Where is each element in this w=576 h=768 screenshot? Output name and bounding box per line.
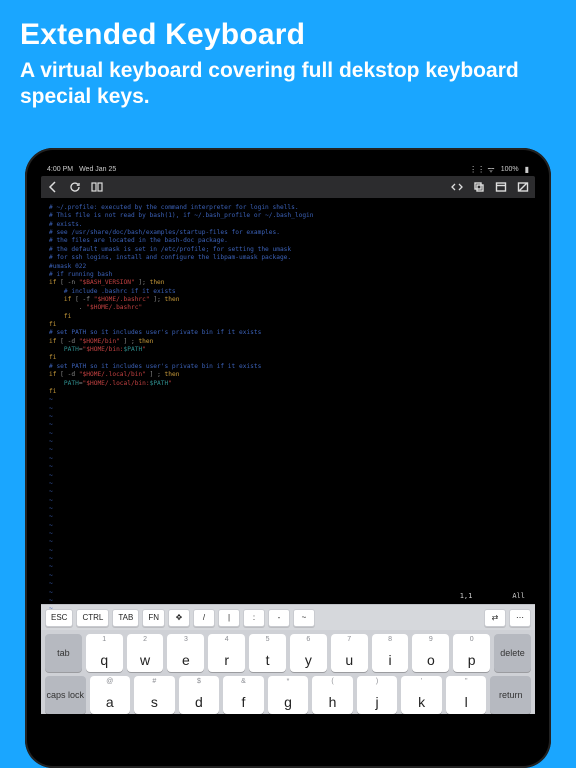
terminal-line: if [ -d "$HOME/bin" ] ; then xyxy=(49,338,527,346)
toolbar xyxy=(41,176,535,198)
status-date: Wed Jan 25 xyxy=(79,166,116,173)
keyboard-row-2: caps lock @a#s$d&f*g(h)j'k"lreturn xyxy=(45,676,531,714)
key-l[interactable]: "l xyxy=(446,676,487,714)
vim-tilde: ~ xyxy=(49,480,527,488)
battery-icon: ▮ xyxy=(525,165,529,174)
tablet-device-frame: 4:00 PM Wed Jan 25 ⋮⋮ ᯤ 100% ▮ # ~/.prof… xyxy=(25,148,551,768)
key-t[interactable]: 5t xyxy=(249,634,286,672)
vim-tilde: ~ xyxy=(49,538,527,546)
terminal-view[interactable]: # ~/.profile: executed by the command in… xyxy=(41,198,535,604)
key-d[interactable]: $d xyxy=(179,676,220,714)
terminal-line: #umask 022 xyxy=(49,263,527,271)
status-bar: 4:00 PM Wed Jan 25 ⋮⋮ ᯤ 100% ▮ xyxy=(41,164,535,176)
vim-tilde: ~ xyxy=(49,463,527,471)
cursor-position: 1,1 xyxy=(460,592,473,601)
keyboard-row-1: tab 1q2w3e4r5t6y7u8i9o0pdelete xyxy=(45,634,531,672)
key-j[interactable]: )j xyxy=(357,676,398,714)
vim-tilde: ~ xyxy=(49,580,527,588)
terminal-line: fi xyxy=(49,388,527,396)
terminal-line: if [ -n "$BASH_VERSION" ]; then xyxy=(49,279,527,287)
terminal-line: PATH="$HOME/bin:$PATH" xyxy=(49,346,527,354)
terminal-line: if [ -f "$HOME/.bashrc" ]; then xyxy=(49,296,527,304)
terminal-line: fi xyxy=(49,313,527,321)
terminal-line: # see /usr/share/doc/bash/examples/start… xyxy=(49,229,527,237)
vim-tilde: ~ xyxy=(49,421,527,429)
return-key[interactable]: return xyxy=(490,676,531,714)
key-a[interactable]: @a xyxy=(90,676,131,714)
screen: 4:00 PM Wed Jan 25 ⋮⋮ ᯤ 100% ▮ # ~/.prof… xyxy=(35,158,541,758)
terminal-line: PATH="$HOME/.local/bin:$PATH" xyxy=(49,380,527,388)
vim-tilde: ~ xyxy=(49,572,527,580)
vim-tilde: ~ xyxy=(49,472,527,480)
vim-tilde: ~ xyxy=(49,438,527,446)
vim-tilde: ~ xyxy=(49,522,527,530)
terminal-line: # for ssh logins, install and configure … xyxy=(49,254,527,262)
key-h[interactable]: (h xyxy=(312,676,353,714)
key-p[interactable]: 0p xyxy=(453,634,490,672)
key-i[interactable]: 8i xyxy=(372,634,409,672)
key-s[interactable]: #s xyxy=(134,676,175,714)
terminal-line: fi xyxy=(49,354,527,362)
terminal-line: # exists. xyxy=(49,221,527,229)
terminal-line: # the default umask is set in /etc/profi… xyxy=(49,246,527,254)
terminal-line: # set PATH so it includes user's private… xyxy=(49,363,527,371)
terminal-line: fi xyxy=(49,321,527,329)
vim-tilde: ~ xyxy=(49,530,527,538)
key-y[interactable]: 6y xyxy=(290,634,327,672)
vim-tilde: ~ xyxy=(49,563,527,571)
wifi-icon: ⋮⋮ ᯤ xyxy=(469,164,495,175)
split-icon[interactable] xyxy=(91,181,103,193)
window-icon[interactable] xyxy=(495,181,507,193)
key-q[interactable]: 1q xyxy=(86,634,123,672)
vim-tilde: ~ xyxy=(49,396,527,404)
terminal-line: . "$HOME/.bashrc" xyxy=(49,304,527,312)
vim-tilde: ~ xyxy=(49,455,527,463)
hero-title: Extended Keyboard xyxy=(20,18,556,52)
vim-tilde: ~ xyxy=(49,513,527,521)
terminal-line: # set PATH so it includes user's private… xyxy=(49,329,527,337)
vim-tilde: ~ xyxy=(49,547,527,555)
refresh-icon[interactable] xyxy=(69,181,81,193)
key-g[interactable]: *g xyxy=(268,676,309,714)
vim-tilde: ~ xyxy=(49,430,527,438)
vim-tilde: ~ xyxy=(49,413,527,421)
terminal-line: # the files are located in the bash-doc … xyxy=(49,237,527,245)
terminal-line: # ~/.profile: executed by the command in… xyxy=(49,204,527,212)
back-icon[interactable] xyxy=(47,181,59,193)
key-u[interactable]: 7u xyxy=(331,634,368,672)
hero-subtitle: A virtual keyboard covering full dekstop… xyxy=(20,58,556,111)
vim-tilde: ~ xyxy=(49,555,527,563)
tab-key[interactable]: tab xyxy=(45,634,82,672)
key-f[interactable]: &f xyxy=(223,676,264,714)
delete-key[interactable]: delete xyxy=(494,634,531,672)
vim-tilde: ~ xyxy=(49,605,527,613)
vim-status-line: 1,1 All xyxy=(51,592,525,601)
key-o[interactable]: 9o xyxy=(412,634,449,672)
terminal-line: if [ -d "$HOME/.local/bin" ] ; then xyxy=(49,371,527,379)
status-time: 4:00 PM xyxy=(47,166,73,173)
key-e[interactable]: 3e xyxy=(167,634,204,672)
vim-tilde: ~ xyxy=(49,405,527,413)
capslock-key[interactable]: caps lock xyxy=(45,676,86,714)
key-w[interactable]: 2w xyxy=(127,634,164,672)
screen-off-icon[interactable] xyxy=(517,181,529,193)
vim-tilde: ~ xyxy=(49,446,527,454)
terminal-line: # if running bash xyxy=(49,271,527,279)
onscreen-keyboard: tab 1q2w3e4r5t6y7u8i9o0pdelete caps lock… xyxy=(41,630,535,714)
terminal-line: # This file is not read by bash(1), if ~… xyxy=(49,212,527,220)
battery-percent: 100% xyxy=(501,166,519,173)
terminal-line: # include .bashrc if it exists xyxy=(49,288,527,296)
hero: Extended Keyboard A virtual keyboard cov… xyxy=(0,0,576,121)
key-r[interactable]: 4r xyxy=(208,634,245,672)
vim-tilde: ~ xyxy=(49,497,527,505)
key-k[interactable]: 'k xyxy=(401,676,442,714)
vim-tilde: ~ xyxy=(49,488,527,496)
vim-tilde: ~ xyxy=(49,505,527,513)
scroll-indicator: All xyxy=(512,592,525,601)
code-icon[interactable] xyxy=(451,181,463,193)
copy-icon[interactable] xyxy=(473,181,485,193)
